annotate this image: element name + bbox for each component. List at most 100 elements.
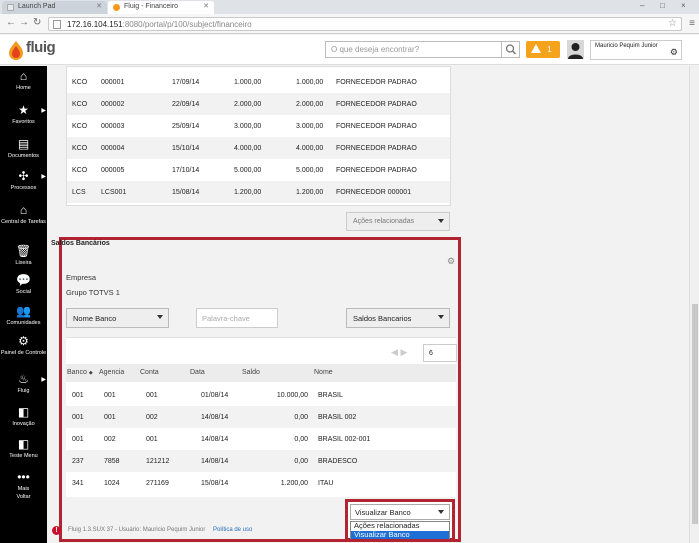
sidebar-item-processos[interactable]: ✣ Processos ▶ (0, 170, 47, 192)
usage-policy-link[interactable]: Política de uso (213, 527, 252, 533)
chevron-right-icon: ▶ (41, 174, 46, 180)
fluig-logo[interactable]: fluig (6, 38, 64, 62)
sidebar-item-label: Fluig (17, 388, 30, 394)
app-header: fluig 1 Mauricio Pequim Junior ⚙ (0, 35, 699, 65)
back-arrow-icon[interactable]: ← (6, 17, 16, 28)
cell: 0,00 (294, 414, 308, 421)
forward-arrow-icon[interactable]: → (19, 17, 29, 28)
sidebar-item-fluig[interactable]: ♨ Fluig ▶ (0, 373, 47, 395)
field-select[interactable]: Nome Banco (66, 308, 169, 328)
tab-fluig-financeiro[interactable]: Fluig - Financeiro ✕ (108, 1, 214, 14)
cell: 2.000,00 (234, 101, 262, 108)
option-visualizar-banco[interactable]: Visualizar Banco (351, 530, 449, 539)
gear-icon[interactable]: ⚙ (670, 47, 678, 58)
page-size-field[interactable]: 6 (423, 344, 457, 362)
reload-icon[interactable]: ↻ (33, 17, 41, 28)
browser-tab-bar: Launch Pad ✕ Fluig - Financeiro ✕ – □ × (0, 0, 699, 14)
sidebar-item-label: Documentos (8, 153, 39, 159)
table-row[interactable]: 001 001 002 14/08/14 0,00 BRASIL 002 (66, 406, 456, 428)
cell: 001 (104, 392, 116, 399)
cell: 15/08/14 (172, 189, 200, 196)
table-row[interactable]: KCO 000001 17/09/14 1.000,00 1.000,00 FO… (67, 71, 450, 93)
sidebar-item-home[interactable]: ⌂ Home (0, 70, 47, 92)
tab-label: Fluig - Financeiro (124, 3, 179, 10)
close-tab-icon[interactable]: ✕ (96, 2, 102, 10)
test-menu-icon: ◧ (17, 437, 30, 451)
column-header-conta[interactable]: Conta (140, 369, 159, 376)
actions-dropdown[interactable]: Visualizar Banco (350, 504, 450, 520)
cell: 1.200,00 (296, 189, 324, 196)
next-page-icon[interactable]: ▶ (400, 347, 407, 357)
table-row[interactable]: 001 002 001 14/08/14 0,00 BRASIL 002-001 (66, 428, 456, 450)
scrollbar-thumb[interactable] (692, 304, 698, 524)
sidebar-item-lixeira[interactable]: 🗑 Lixeira (0, 245, 47, 267)
sidebar-item-documentos[interactable]: ▤ Documentos (0, 138, 47, 160)
cell: 001 (104, 414, 116, 421)
cell: 1.200,00 (280, 480, 308, 487)
cell: LCS (72, 189, 86, 196)
table-row[interactable]: 341 1024 271169 15/08/14 1.200,00 ITAU (66, 472, 456, 494)
tab-launch-pad[interactable]: Launch Pad ✕ (2, 1, 107, 14)
sidebar-item-mais[interactable]: ••• Mais (0, 471, 47, 493)
related-actions-select[interactable]: Ações relacionadas (346, 212, 450, 231)
avatar[interactable] (567, 40, 584, 59)
related-actions-label: Ações relacionadas (353, 218, 415, 225)
sidebar-item-central-de-tarefas[interactable]: ⌂ Central de Tarefas (0, 204, 47, 226)
table-row[interactable]: KCO 000003 25/09/14 3.000,00 3.000,00 FO… (67, 115, 450, 137)
sidebar-item-voltar[interactable]: Voltar (0, 494, 47, 501)
pager: ◀ ▶ (391, 347, 407, 358)
notifications-count: 1 (547, 45, 552, 54)
notifications-button[interactable]: 1 (526, 41, 560, 58)
window-close-icon[interactable]: × (681, 1, 686, 10)
column-header-data[interactable]: Data (190, 369, 205, 376)
processes-icon: ✣ (18, 169, 29, 183)
user-menu[interactable]: Mauricio Pequim Junior ⚙ (590, 40, 682, 60)
column-header-agencia[interactable]: Agencia (99, 369, 124, 376)
search-button[interactable] (501, 42, 519, 57)
table-row[interactable]: KCO 000002 22/09/14 2.000,00 2.000,00 FO… (67, 93, 450, 115)
view-select[interactable]: Saldos Bancarios (346, 308, 450, 328)
url-field[interactable]: 172.16.104.151:8080/portal/p/100/subject… (48, 17, 682, 31)
close-tab-icon[interactable]: ✕ (203, 2, 209, 10)
table-row[interactable]: 237 7858 121212 14/08/14 0,00 BRADESCO (66, 450, 456, 472)
table-row[interactable]: KCO 000005 17/10/14 5.000,00 5.000,00 FO… (67, 159, 450, 181)
titles-table: KCO 000001 17/09/14 1.000,00 1.000,00 FO… (66, 66, 451, 206)
cell: BRASIL (318, 392, 343, 399)
visualizar-banco-highlight: Visualizar Banco Ações relacionadas Visu… (345, 499, 455, 541)
sidebar-item-teste-menu[interactable]: ◧ Teste Menu (0, 438, 47, 460)
table-row[interactable]: 001 001 001 01/08/14 10.000,00 BRASIL (66, 384, 456, 406)
sidebar-item-social[interactable]: 💬 Social (0, 274, 47, 296)
table-row[interactable]: KCO 000004 15/10/14 4.000,00 4.000,00 FO… (67, 137, 450, 159)
gear-icon[interactable]: ⚙ (447, 256, 455, 267)
maximize-icon[interactable]: □ (660, 1, 665, 10)
cell: 01/08/14 (201, 392, 229, 399)
minimize-icon[interactable]: – (640, 1, 644, 10)
cell: 22/09/14 (172, 101, 200, 108)
field-select-value: Nome Banco (73, 314, 117, 323)
prev-page-icon[interactable]: ◀ (391, 347, 398, 357)
browser-menu-icon[interactable]: ≡ (689, 18, 695, 29)
table-row[interactable]: LCS LCS001 15/08/14 1.200,00 1.200,00 FO… (67, 181, 450, 203)
column-header-saldo[interactable]: Saldo (242, 369, 260, 376)
sidebar-item-label: Social (16, 289, 31, 295)
sidebar-item-favoritos[interactable]: ★ Favoritos ▶ (0, 104, 47, 126)
cell: 002 (104, 436, 116, 443)
search-input[interactable] (326, 42, 501, 57)
column-header-banco[interactable]: Banco ◆ (67, 369, 93, 376)
cell: KCO (72, 167, 88, 174)
keyword-input[interactable] (197, 309, 275, 327)
cell: 001 (146, 392, 158, 399)
page-scrollbar[interactable] (689, 66, 699, 543)
sidebar-item-inovacao[interactable]: ◧ Inovação (0, 406, 47, 428)
cell: 001 (146, 436, 158, 443)
column-header-nome[interactable]: Nome (314, 369, 333, 376)
caret-down-icon (438, 510, 444, 514)
cell: 17/10/14 (172, 167, 200, 174)
sidebar-item-comunidades[interactable]: 👥 Comunidades (0, 305, 47, 327)
cell: FORNECEDOR PADRAO (336, 101, 417, 108)
sidebar-item-painel-de-controle[interactable]: ⚙ Painel de Controle (0, 335, 47, 357)
chevron-right-icon: ▶ (41, 377, 46, 383)
bookmark-star-icon[interactable]: ☆ (668, 18, 677, 29)
cell: FORNECEDOR PADRAO (336, 123, 417, 130)
cell: 4.000,00 (296, 145, 324, 152)
